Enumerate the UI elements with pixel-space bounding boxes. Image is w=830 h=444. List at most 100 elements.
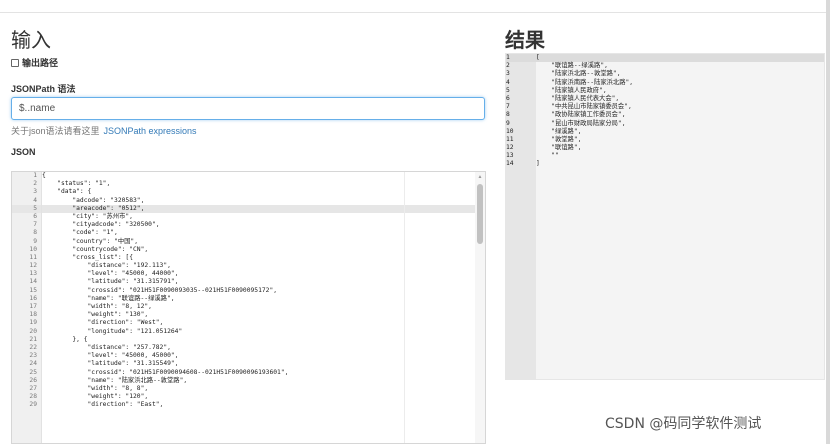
result-code-line[interactable]: "敦堂路", xyxy=(536,136,824,144)
print-margin xyxy=(404,172,405,443)
json-line-number: 14 xyxy=(29,278,37,286)
json-code-line[interactable]: "distance": "257.782", xyxy=(42,344,475,352)
result-line-number: 10 xyxy=(506,127,514,135)
result-code-line[interactable]: "陆家镇人民代表大会", xyxy=(536,95,824,103)
scroll-up-icon[interactable]: ▲ xyxy=(476,174,484,180)
json-line-number: 15 xyxy=(29,286,37,294)
result-line-number: 11 xyxy=(506,135,514,143)
json-code-line[interactable]: "longitude": "121.051264" xyxy=(42,328,475,336)
json-code-line[interactable]: "level": "45000, 45000", xyxy=(42,352,475,360)
json-line-number: 20 xyxy=(29,327,37,335)
json-code-line[interactable]: }, { xyxy=(42,336,475,344)
json-line-number: 23 xyxy=(29,352,37,360)
json-line-number: 26 xyxy=(29,376,37,384)
json-line-number: 4 xyxy=(33,196,37,204)
result-line-number: 2 xyxy=(506,62,510,70)
json-line-number: 12 xyxy=(29,262,37,270)
result-code-line[interactable]: "政协陆家镇工作委员会", xyxy=(536,111,824,119)
output-path-option[interactable]: 输出路径 xyxy=(11,56,58,69)
json-line-number: 11 xyxy=(29,253,37,261)
json-line-number: 29 xyxy=(29,401,37,409)
json-code-line[interactable]: "code": "1", xyxy=(42,229,475,237)
json-line-number: 19 xyxy=(29,319,37,327)
json-code-line[interactable]: "width": "8, 8", xyxy=(42,385,475,393)
result-line-number: 7 xyxy=(506,103,510,111)
json-line-number: 10 xyxy=(29,245,37,253)
help-text: 关于json语法请看这里 xyxy=(11,126,100,136)
json-code-line[interactable]: "country": "中国", xyxy=(42,238,475,246)
json-line-number: 3 xyxy=(33,188,37,196)
result-viewer[interactable]: 1 2 3 4 5 6 7 8 9 10 11 12 13 14 [ "联谊路--绿溪路", "陆家浜北路… xyxy=(505,53,825,380)
json-code-line[interactable]: "direction": "East", xyxy=(42,401,475,409)
json-line-number: 6 xyxy=(33,212,37,220)
result-code-line[interactable]: "陆家浜北路--敦堂路", xyxy=(536,70,824,78)
json-line-number: 16 xyxy=(29,294,37,302)
json-code-line[interactable]: "crossid": "021H51F0090093035--021H51F00… xyxy=(42,287,475,295)
jsonpath-expressions-link[interactable]: JSONPath expressions xyxy=(104,126,197,136)
json-code-line[interactable]: "latitude": "31.315549", xyxy=(42,360,475,368)
json-line-number: 2 xyxy=(33,180,37,188)
result-line-number: 1 xyxy=(506,54,536,63)
json-code-line[interactable]: "level": "45000, 44000", xyxy=(42,270,475,278)
output-path-label: 输出路径 xyxy=(22,58,59,68)
json-code-line[interactable]: "name": "陆家浜北路--敦堂路", xyxy=(42,377,475,385)
syntax-help: 关于json语法请看这里 JSONPath expressions xyxy=(11,124,197,137)
window-edge xyxy=(826,0,830,444)
json-line-number: 8 xyxy=(33,229,37,237)
json-code-line[interactable]: "adcode": "320583", xyxy=(42,197,475,205)
json-code-line[interactable]: "width": "8, 12", xyxy=(42,303,475,311)
json-line-number: 28 xyxy=(29,393,37,401)
json-editor[interactable]: 1 2 3 4 5 6 7 8 9 10 11 12 13 14 15 16 17 18 19 20 21 22 23 24 2… xyxy=(11,171,486,444)
result-line-number: 13 xyxy=(506,152,514,160)
result-code-line[interactable]: "昆山市财政局陆家分局", xyxy=(536,120,824,128)
json-code-line[interactable]: "latitude": "31.315791", xyxy=(42,278,475,286)
json-line-number: 17 xyxy=(29,303,37,310)
json-line-number: 18 xyxy=(29,311,37,319)
result-line-number: 12 xyxy=(506,144,514,152)
result-line-number: 3 xyxy=(506,70,510,78)
result-line-number: 14 xyxy=(506,160,514,168)
output-path-checkbox[interactable] xyxy=(11,58,19,67)
json-code-line[interactable]: "crossid": "021H51F0090094608--021H51F00… xyxy=(42,369,475,377)
jsonpath-syntax-label: JSONPath 语法 xyxy=(11,84,76,94)
json-line-number: 25 xyxy=(29,368,37,376)
json-code-line[interactable]: "areacode": "0512", xyxy=(42,204,475,213)
csdn-watermark: CSDN @码同学软件测试 xyxy=(605,416,762,432)
json-code-line[interactable]: "name": "联谊路--绿溪路", xyxy=(42,295,475,303)
result-code-line[interactable]: "" xyxy=(536,152,824,160)
json-code-line[interactable]: "weight": "120", xyxy=(42,393,475,401)
json-code-line[interactable]: "direction": "West", xyxy=(42,319,475,327)
json-editor-code[interactable]: { "status": "1", "data": { "adcode": "32… xyxy=(42,172,475,443)
result-code-line[interactable]: "陆家镇人民政府", xyxy=(536,87,824,95)
json-line-number: 22 xyxy=(29,343,37,351)
json-line-number: 13 xyxy=(29,270,37,278)
json-code-line[interactable]: "countrycode": "CN", xyxy=(42,246,475,254)
result-line-number: 5 xyxy=(506,86,510,94)
json-code-line[interactable]: "weight": "130", xyxy=(42,311,475,319)
json-code-line[interactable]: { xyxy=(42,172,475,180)
jsonpath-query-input[interactable] xyxy=(11,97,485,120)
result-gutter: 1 2 3 4 5 6 7 8 9 10 11 12 13 14 xyxy=(506,54,536,379)
json-line-number: 9 xyxy=(33,237,37,245)
scrollbar-thumb[interactable] xyxy=(477,184,483,244)
json-line-number: 5 xyxy=(12,204,41,213)
json-editor-gutter: 1 2 3 4 5 6 7 8 9 10 11 12 13 14 15 16 17 18 19 20 21 22 23 24 2… xyxy=(12,172,42,443)
json-code-line[interactable]: "distance": "192.113", xyxy=(42,262,475,270)
result-code-line[interactable]: ] xyxy=(536,160,824,168)
top-divider xyxy=(0,12,830,13)
result-code-line[interactable]: "陆家浜南路--陆家浜北路", xyxy=(536,79,824,87)
result-code-line[interactable]: [ xyxy=(536,54,824,63)
result-code[interactable]: [ "联谊路--绿溪路", "陆家浜北路--敦堂路", "陆家浜南路--陆家浜北… xyxy=(536,54,824,379)
json-code-line[interactable]: "cross_list": [{ xyxy=(42,254,475,262)
json-editor-scrollbar[interactable]: ▲ xyxy=(475,172,485,443)
result-line-number: 8 xyxy=(506,111,510,119)
json-code-line[interactable]: "data": { xyxy=(42,188,475,196)
json-code-line[interactable]: "cityadcode": "320500", xyxy=(42,221,475,229)
json-line-number: 21 xyxy=(29,335,37,343)
result-line-number: 4 xyxy=(506,78,510,86)
result-code-line[interactable]: "联谊路", xyxy=(536,144,824,152)
result-code-line[interactable]: "绿溪路", xyxy=(536,128,824,136)
json-code-line[interactable]: "status": "1", xyxy=(42,180,475,188)
json-code-line[interactable]: "city": "苏州市", xyxy=(42,213,475,221)
json-label: JSON xyxy=(11,147,36,157)
